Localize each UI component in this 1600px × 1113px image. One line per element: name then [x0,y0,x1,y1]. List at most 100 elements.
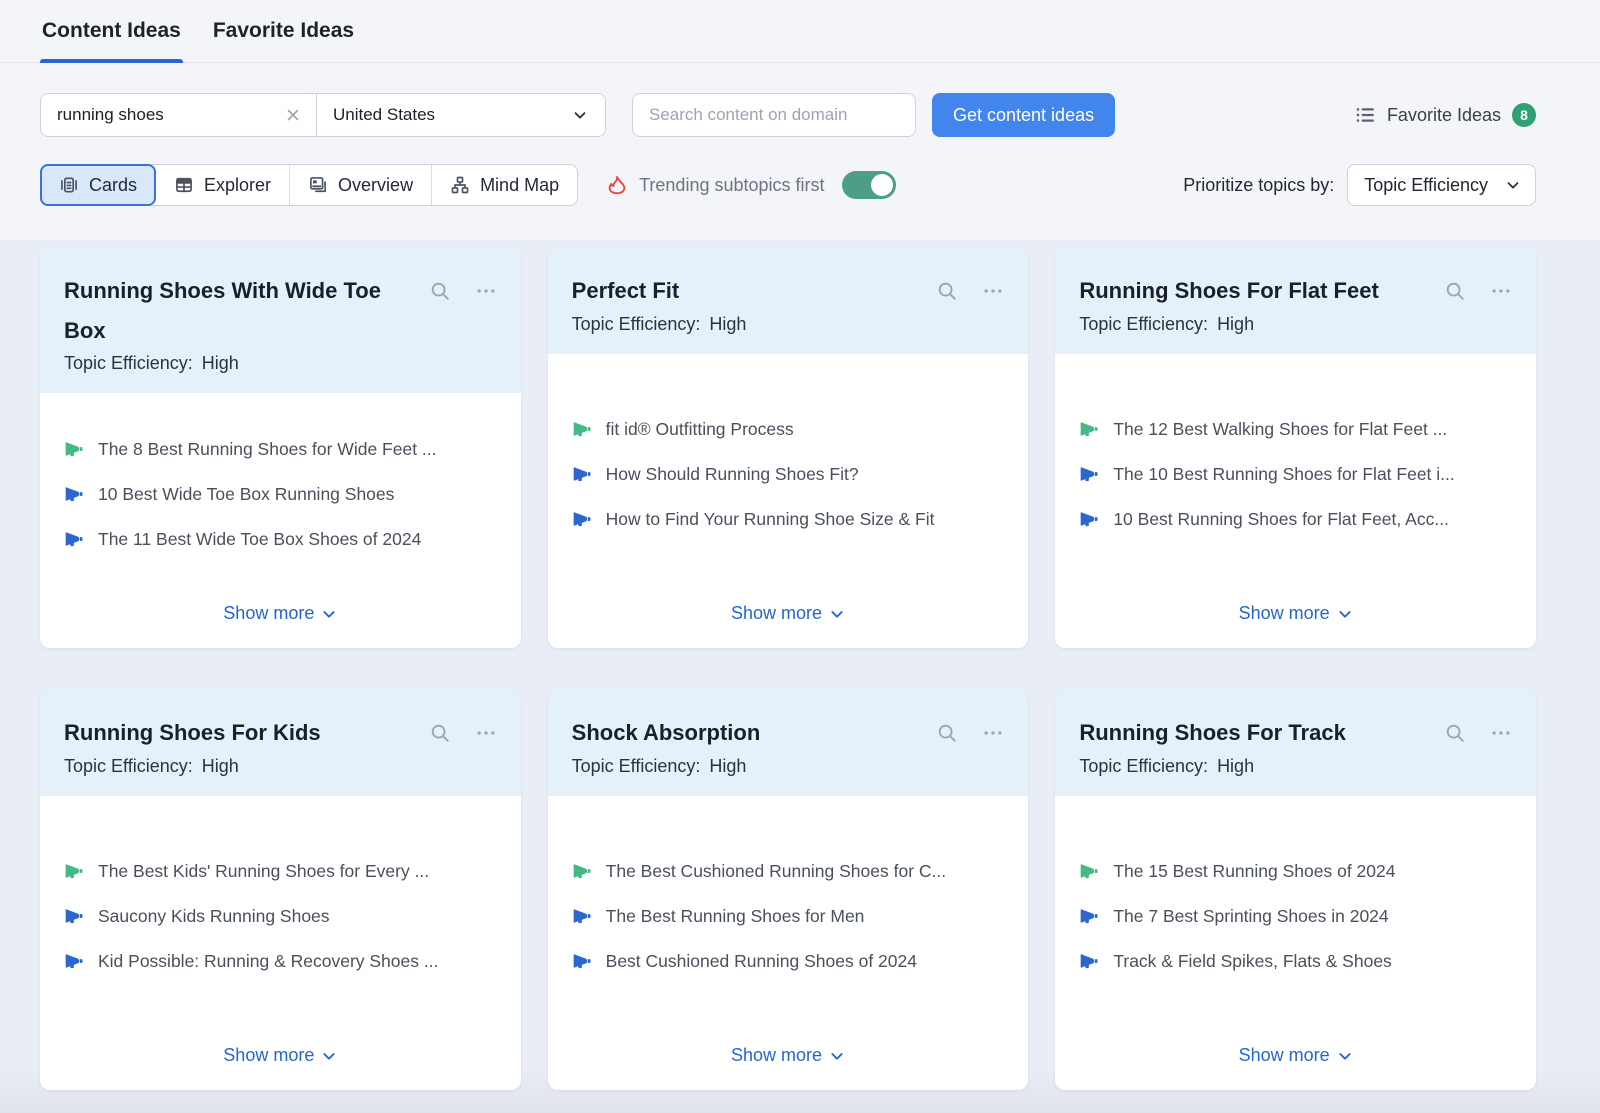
more-options-icon[interactable] [982,280,1004,302]
show-more-link[interactable]: Show more [1239,1045,1353,1066]
topic-card-title: Shock Absorption [572,713,761,753]
view-explorer-button[interactable]: Explorer [156,165,290,205]
search-icon[interactable] [429,280,451,302]
search-icon[interactable] [429,722,451,744]
tab-content-ideas[interactable]: Content Ideas [40,0,183,62]
country-select[interactable]: United States [317,94,605,136]
view-mindmap-label: Mind Map [480,175,559,196]
favorite-ideas-count-badge: 8 [1512,103,1536,127]
show-more-link[interactable]: Show more [1239,603,1353,624]
topic-card: Running Shoes For Kids Topic Efficiency:… [40,690,521,1090]
headline-item[interactable]: 10 Best Wide Toe Box Running Shoes [64,484,497,505]
chevron-down-icon [1504,176,1522,194]
megaphone-icon [1079,906,1099,926]
trending-subtopics-control: Trending subtopics first [606,171,895,199]
topic-efficiency-label: Topic Efficiency: [572,314,701,334]
show-more-link[interactable]: Show more [731,1045,845,1066]
headline-item[interactable]: How Should Running Shoes Fit? [572,464,1005,485]
topic-card-actions [936,722,1004,744]
headline-item[interactable]: 10 Best Running Shoes for Flat Feet, Acc… [1079,509,1512,530]
view-cards-button[interactable]: Cards [41,165,156,205]
tab-favorite-ideas[interactable]: Favorite Ideas [211,0,356,62]
more-options-icon[interactable] [1490,280,1512,302]
tab-content-ideas-label: Content Ideas [42,19,181,43]
topic-card-footer: Show more [1055,1033,1536,1090]
more-options-icon[interactable] [475,722,497,744]
headline-item[interactable]: The 11 Best Wide Toe Box Shoes of 2024 [64,529,497,550]
topic-card-actions [1444,722,1512,744]
megaphone-icon [64,861,84,881]
megaphone-icon [572,464,592,484]
headline-text: Saucony Kids Running Shoes [98,906,330,927]
search-icon[interactable] [1444,722,1466,744]
prioritize-select[interactable]: Topic Efficiency [1347,164,1536,206]
headline-item[interactable]: The 12 Best Walking Shoes for Flat Feet … [1079,419,1512,440]
topic-card-footer: Show more [1055,591,1536,648]
more-options-icon[interactable] [475,280,497,302]
topic-card-actions [936,280,1004,302]
headline-text: The Best Kids' Running Shoes for Every .… [98,861,429,882]
megaphone-icon [572,951,592,971]
megaphone-icon [1079,509,1099,529]
headline-item[interactable]: The 15 Best Running Shoes of 2024 [1079,861,1512,882]
get-content-ideas-button[interactable]: Get content ideas [932,93,1115,137]
show-more-label: Show more [731,1045,822,1066]
view-overview-button[interactable]: Overview [290,165,432,205]
megaphone-icon [64,906,84,926]
headline-item[interactable]: Track & Field Spikes, Flats & Shoes [1079,951,1512,972]
show-more-link[interactable]: Show more [731,603,845,624]
trending-subtopics-label: Trending subtopics first [639,175,824,196]
show-more-label: Show more [1239,1045,1330,1066]
headline-text: 10 Best Running Shoes for Flat Feet, Acc… [1113,509,1449,530]
headline-list: The 12 Best Walking Shoes for Flat Feet … [1055,354,1536,591]
topic-query-box [41,94,317,136]
topic-card: Running Shoes With Wide Toe Box Topic Ef… [40,248,521,648]
headline-item[interactable]: Kid Possible: Running & Recovery Shoes .… [64,951,497,972]
headline-item[interactable]: The Best Running Shoes for Men [572,906,1005,927]
domain-search-input[interactable] [632,93,916,137]
headline-item[interactable]: The Best Kids' Running Shoes for Every .… [64,861,497,882]
headline-text: fit id® Outfitting Process [606,419,794,440]
topic-search-input[interactable] [57,105,276,125]
megaphone-icon [572,906,592,926]
view-switcher: Cards Explorer Overview Mind Map [40,164,578,206]
chevron-down-icon [1337,1048,1353,1064]
headline-text: How to Find Your Running Shoe Size & Fit [606,509,935,530]
favorite-ideas-button[interactable]: Favorite Ideas 8 [1354,103,1536,127]
search-icon[interactable] [936,280,958,302]
headline-item[interactable]: The 10 Best Running Shoes for Flat Feet … [1079,464,1512,485]
show-more-label: Show more [1239,603,1330,624]
headline-item[interactable]: fit id® Outfitting Process [572,419,1005,440]
topic-efficiency-label: Topic Efficiency: [1079,314,1208,334]
headline-item[interactable]: Saucony Kids Running Shoes [64,906,497,927]
headline-item[interactable]: The Best Cushioned Running Shoes for C..… [572,861,1005,882]
more-options-icon[interactable] [982,722,1004,744]
mindmap-icon [450,175,470,195]
headline-item[interactable]: How to Find Your Running Shoe Size & Fit [572,509,1005,530]
list-icon [1354,104,1376,126]
topic-search-combo: United States [40,93,606,137]
topic-card-actions [1444,280,1512,302]
cards-icon [59,175,79,195]
show-more-link[interactable]: Show more [223,1045,337,1066]
show-more-link[interactable]: Show more [223,603,337,624]
clear-icon[interactable] [284,106,302,124]
topic-efficiency-label: Topic Efficiency: [64,756,193,776]
headline-text: The 8 Best Running Shoes for Wide Feet .… [98,439,437,460]
headline-item[interactable]: The 8 Best Running Shoes for Wide Feet .… [64,439,497,460]
headline-item[interactable]: Best Cushioned Running Shoes of 2024 [572,951,1005,972]
topic-card-header: Running Shoes For Kids Topic Efficiency:… [40,690,521,796]
view-mindmap-button[interactable]: Mind Map [432,165,577,205]
topic-card-footer: Show more [548,1033,1029,1090]
search-icon[interactable] [936,722,958,744]
topic-card-footer: Show more [40,1033,521,1090]
headline-item[interactable]: The 7 Best Sprinting Shoes in 2024 [1079,906,1512,927]
megaphone-icon [1079,464,1099,484]
show-more-label: Show more [223,1045,314,1066]
more-options-icon[interactable] [1490,722,1512,744]
trending-subtopics-toggle[interactable] [842,171,896,199]
cards-grid: Running Shoes With Wide Toe Box Topic Ef… [40,248,1536,1090]
topic-card: Running Shoes For Flat Feet Topic Effici… [1055,248,1536,648]
topic-card: Perfect Fit Topic Efficiency:High [548,248,1029,648]
search-icon[interactable] [1444,280,1466,302]
